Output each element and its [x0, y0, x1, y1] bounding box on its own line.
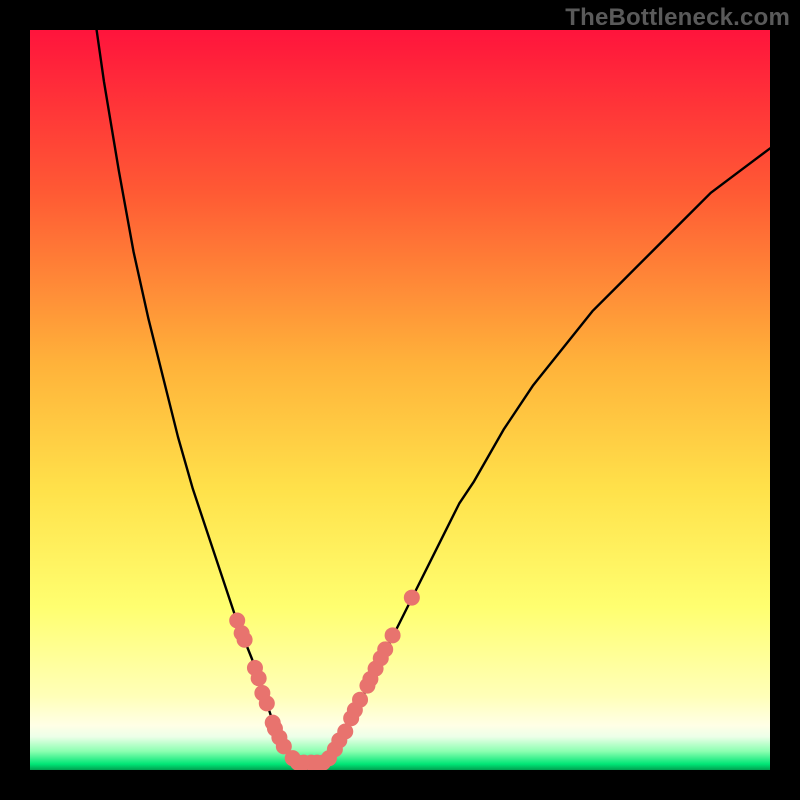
marker-dot [251, 670, 267, 686]
gradient-background [30, 30, 770, 770]
plot-svg [30, 30, 770, 770]
marker-dot [385, 627, 401, 643]
marker-dot [259, 695, 275, 711]
marker-dot [237, 632, 253, 648]
watermark-text: TheBottleneck.com [565, 4, 790, 32]
chart-container: TheBottleneck.com [0, 0, 800, 800]
marker-dot [404, 590, 420, 606]
marker-dot [377, 641, 393, 657]
plot-frame [30, 30, 770, 770]
marker-dot [352, 692, 368, 708]
